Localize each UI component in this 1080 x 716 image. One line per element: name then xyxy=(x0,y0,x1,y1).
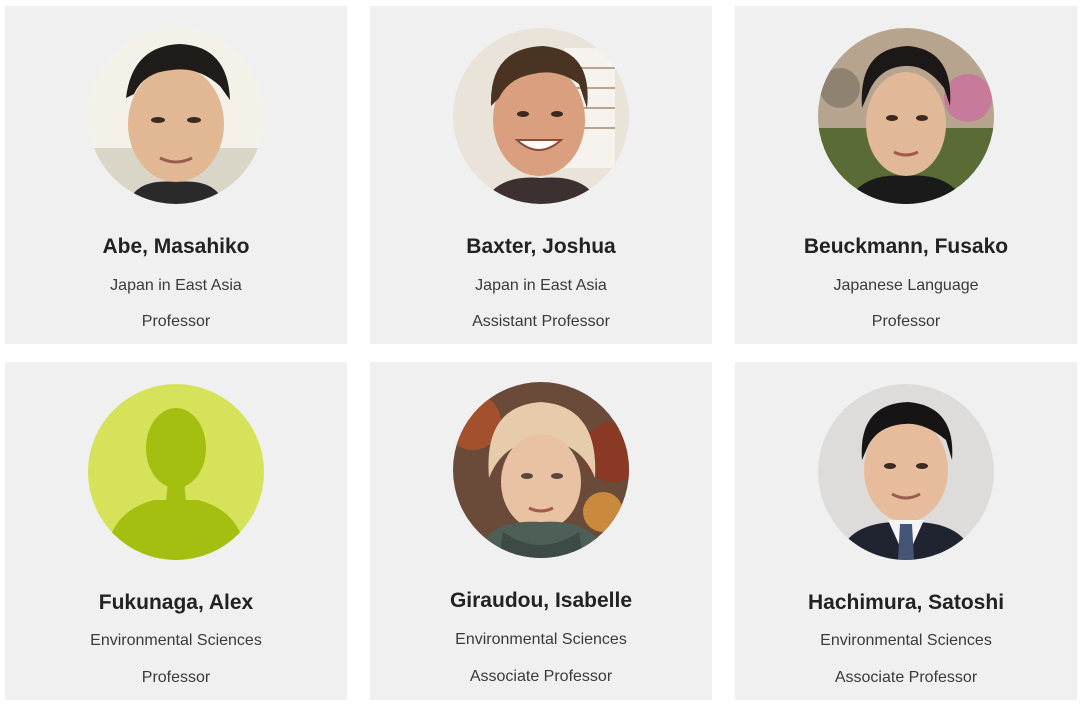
faculty-department: Japan in East Asia xyxy=(475,277,607,294)
faculty-card[interactable]: Beuckmann, Fusako Japanese Language Prof… xyxy=(735,6,1077,344)
faculty-name[interactable]: Giraudou, Isabelle xyxy=(370,589,712,613)
faculty-photo[interactable] xyxy=(453,382,629,558)
faculty-name[interactable]: Hachimura, Satoshi xyxy=(735,591,1077,615)
faculty-name[interactable]: Baxter, Joshua xyxy=(370,235,712,259)
faculty-department: Environmental Sciences xyxy=(820,632,992,649)
faculty-name[interactable]: Beuckmann, Fusako xyxy=(735,235,1077,259)
faculty-title: Associate Professor xyxy=(834,669,978,686)
faculty-card[interactable]: Giraudou, Isabelle Environmental Science… xyxy=(370,362,712,700)
faculty-department: Environmental Sciences xyxy=(90,632,262,649)
faculty-department: Japan in East Asia xyxy=(110,277,242,294)
faculty-photo[interactable] xyxy=(818,384,994,560)
faculty-title: Assistant Professor xyxy=(472,313,610,330)
faculty-title: Professor xyxy=(141,313,211,330)
faculty-title: Professor xyxy=(871,313,941,330)
faculty-title: Associate Professor xyxy=(469,668,613,685)
faculty-department: Environmental Sciences xyxy=(455,631,627,648)
faculty-grid: Abe, Masahiko Japan in East Asia Profess… xyxy=(0,0,1080,716)
faculty-card[interactable]: Abe, Masahiko Japan in East Asia Profess… xyxy=(5,6,347,344)
faculty-photo[interactable] xyxy=(88,28,264,204)
faculty-card[interactable]: Baxter, Joshua Japan in East Asia Assist… xyxy=(370,6,712,344)
faculty-title: Professor xyxy=(141,669,211,686)
faculty-card[interactable]: Hachimura, Satoshi Environmental Science… xyxy=(735,362,1077,700)
faculty-photo[interactable] xyxy=(453,28,629,204)
faculty-photo[interactable] xyxy=(818,28,994,204)
faculty-name[interactable]: Abe, Masahiko xyxy=(5,235,347,259)
faculty-department: Japanese Language xyxy=(833,277,979,294)
faculty-card[interactable]: Fukunaga, Alex Environmental Sciences Pr… xyxy=(5,362,347,700)
default-user-silhouette-icon[interactable] xyxy=(88,384,264,560)
faculty-name[interactable]: Fukunaga, Alex xyxy=(5,591,347,615)
